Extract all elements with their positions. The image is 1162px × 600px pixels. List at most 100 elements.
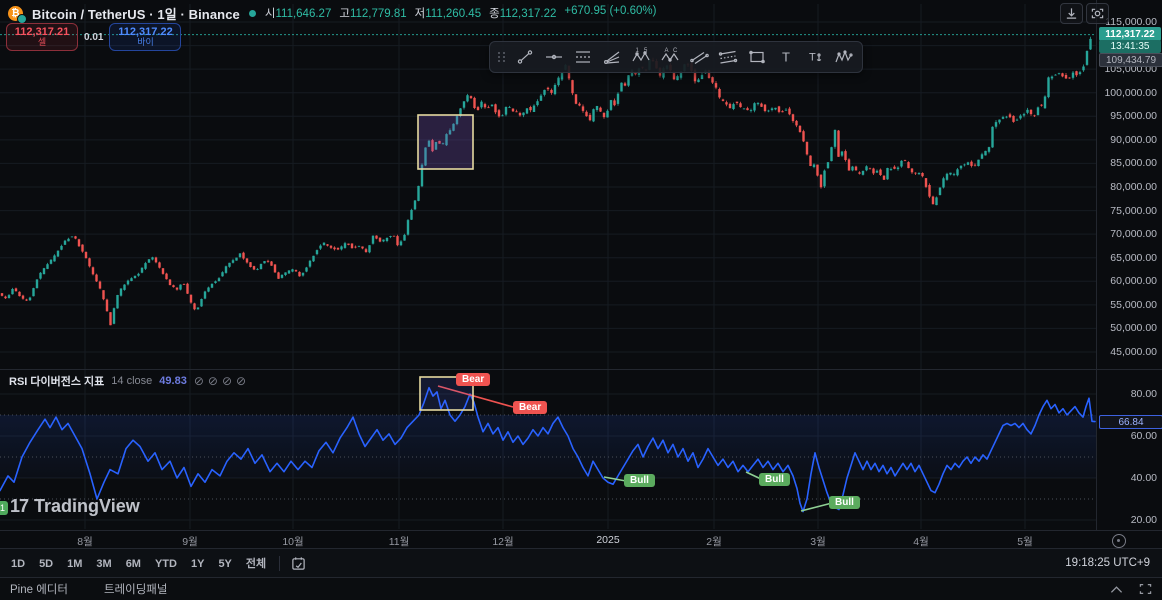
toolbar-drag-handle[interactable] xyxy=(496,48,508,66)
spread-value: 0.01 xyxy=(84,31,104,43)
time-axis-label: 8월 xyxy=(77,536,93,548)
market-status-icon[interactable] xyxy=(248,9,256,17)
bitcoin-pair-icon: ₿ xyxy=(8,5,27,24)
buy-button[interactable]: 112,317.22 바이 xyxy=(109,23,182,51)
snapshot-button[interactable] xyxy=(1086,3,1109,24)
tool-elliott-wave-button[interactable] xyxy=(829,44,858,70)
tool-horizontal-line-button[interactable] xyxy=(539,44,568,70)
open-label: 시 xyxy=(264,8,276,20)
tool-rectangle-button[interactable] xyxy=(742,44,771,70)
change-value: +670.95 (+0.60%) xyxy=(564,5,657,17)
rsi-indicator-header[interactable]: RSI 다이버전스 지표 14 close 49.83 ⊘ ⊘ ⊘ ⊘ xyxy=(9,373,250,389)
tool-disjoint-channel-button[interactable] xyxy=(713,44,742,70)
tool-pitchfork-button[interactable] xyxy=(597,44,626,70)
rsi-tick-label: 60.00 xyxy=(1130,430,1157,442)
svg-text:T: T xyxy=(782,50,790,65)
price-tick-label: 95,000.00 xyxy=(1110,110,1157,123)
abcd-pattern-icon: AC xyxy=(661,48,678,62)
high-value: 112,779.81 xyxy=(349,8,407,20)
low-value: 111,260.45 xyxy=(425,8,482,20)
time-axis-label: 2월 xyxy=(706,536,722,548)
tool-fib-retracement-button[interactable] xyxy=(568,44,597,70)
svg-text:C: C xyxy=(673,48,678,54)
secondary-price-badge: 109,434.79 xyxy=(1099,53,1162,67)
open-value: 111,646.27 xyxy=(275,8,332,20)
bear-label[interactable]: Bear xyxy=(513,401,548,414)
xabcd-pattern-icon: 15 xyxy=(631,48,650,62)
range-button-전체[interactable]: 전체 xyxy=(239,555,273,573)
price-tick-label: 90,000.00 xyxy=(1110,133,1157,146)
bear-label[interactable]: Bear xyxy=(456,373,491,386)
tool-anchored-text-button[interactable]: T xyxy=(800,44,829,70)
tab-pine-editor[interactable]: Pine 에디터 xyxy=(10,581,68,597)
time-axis-label: 4월 xyxy=(913,536,929,548)
rsi-value-badge: 66.84 xyxy=(1099,415,1162,429)
hide-plot-icon[interactable]: ⊘ xyxy=(236,374,246,388)
range-button-1d[interactable]: 1D xyxy=(4,555,32,573)
hide-plot-icon[interactable]: ⊘ xyxy=(208,374,218,388)
time-axis-label: 10월 xyxy=(282,536,304,548)
range-button-3m[interactable]: 3M xyxy=(89,555,118,573)
watermark-text: TradingView xyxy=(34,496,140,516)
pitchfork-icon xyxy=(603,51,619,65)
svg-text:A: A xyxy=(664,48,668,54)
maximize-panel-icon[interactable] xyxy=(1139,583,1152,595)
bar-countdown-badge: 13:41:35 xyxy=(1099,40,1161,53)
hide-plot-icon[interactable]: ⊘ xyxy=(222,374,232,388)
bull-label[interactable]: Bull xyxy=(624,474,655,487)
sell-button[interactable]: 112,317.21 셀 xyxy=(6,23,78,51)
drawing-toolbar: 15 AC T T xyxy=(489,41,863,73)
range-button-5y[interactable]: 5Y xyxy=(211,555,238,573)
tool-abcd-pattern-button[interactable]: AC xyxy=(655,44,684,70)
rsi-indicator-params: 14 close xyxy=(111,375,153,387)
price-axis[interactable]: 20.00 40.00 60.00 80.00 45,000.00 50,000.00 55… xyxy=(1096,0,1162,530)
chevron-up-icon[interactable] xyxy=(1110,585,1123,594)
price-tick-label: 100,000.00 xyxy=(1104,86,1157,99)
bull-label[interactable]: Bull xyxy=(759,473,790,486)
range-button-5d[interactable]: 5D xyxy=(32,555,60,573)
tradingview-watermark: 17 TradingView xyxy=(10,496,140,517)
fib-retracement-icon xyxy=(575,51,590,63)
sell-label: 셀 xyxy=(37,37,47,48)
price-tick-label: 55,000.00 xyxy=(1110,298,1157,311)
axis-settings-icon[interactable] xyxy=(1112,534,1126,548)
time-axis-label: 3월 xyxy=(810,536,826,548)
rsi-indicator-title: RSI 다이버전스 지표 xyxy=(9,376,105,388)
chart-header: ₿ Bitcoin / TetherUS · 1일 · Binance 시111… xyxy=(8,4,657,24)
price-tick-label: 65,000.00 xyxy=(1110,251,1157,264)
rsi-tick-label: 40.00 xyxy=(1130,472,1157,484)
tool-parallel-channel-button[interactable] xyxy=(684,44,713,70)
disjoint-channel-icon xyxy=(718,50,737,64)
chart-canvas[interactable] xyxy=(0,0,1162,530)
bull-label[interactable]: Bull xyxy=(829,496,860,509)
tool-text-button[interactable]: T xyxy=(771,44,800,70)
range-button-6m[interactable]: 6M xyxy=(119,555,148,573)
range-button-1y[interactable]: 1Y xyxy=(184,555,211,573)
symbol-title[interactable]: Bitcoin / TetherUS · 1일 · Binance xyxy=(32,4,240,23)
time-axis[interactable]: 8월 9월 10월 11월 12월 2025 2월 3월 4월 5월 xyxy=(0,530,1162,549)
low-label: 저 xyxy=(414,8,426,20)
time-axis-label: 2025 xyxy=(596,534,620,546)
tool-trend-line-button[interactable] xyxy=(510,44,539,70)
high-label: 고 xyxy=(339,8,350,20)
divider xyxy=(279,555,281,571)
price-tick-label: 75,000.00 xyxy=(1110,204,1157,217)
horizontal-line-icon xyxy=(545,54,562,60)
range-button-1m[interactable]: 1M xyxy=(60,555,89,573)
clock-readout[interactable]: 19:18:25 UTC+9 xyxy=(1065,557,1150,569)
ohlc-readout: 시111,646.27 고112,779.81 저111,260.45 종112… xyxy=(265,5,657,21)
anchored-text-icon: T xyxy=(809,52,821,64)
rsi-header-icons: ⊘ ⊘ ⊘ ⊘ xyxy=(194,375,250,388)
tool-xabcd-pattern-button[interactable]: 15 xyxy=(626,44,655,70)
rectangle-icon xyxy=(748,50,765,64)
trend-line-icon xyxy=(517,50,532,64)
time-axis-label: 12월 xyxy=(492,536,514,548)
download-icon xyxy=(1066,8,1077,19)
tab-trading-panel[interactable]: 트레이딩패널 xyxy=(104,581,167,597)
price-tick-label: 70,000.00 xyxy=(1110,228,1157,241)
download-button[interactable] xyxy=(1060,3,1083,24)
hide-plot-icon[interactable]: ⊘ xyxy=(194,374,204,388)
parallel-channel-icon xyxy=(689,52,709,64)
go-to-date-button[interactable] xyxy=(286,553,310,573)
range-button-ytd[interactable]: YTD xyxy=(148,555,184,573)
